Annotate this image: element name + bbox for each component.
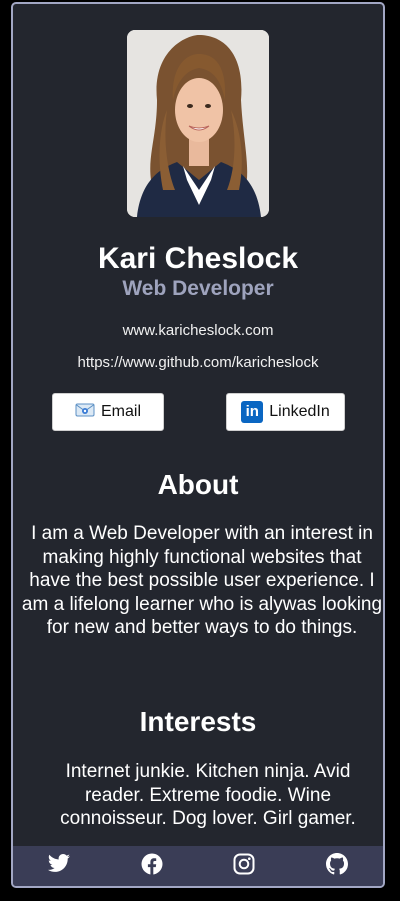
email-button-label: Email [100, 403, 141, 420]
website-link[interactable]: www.karicheslock.com [13, 321, 383, 341]
interests-text: Internet junkie. Kitchen ninja. Avid rea… [60, 761, 356, 829]
email-icon [75, 402, 95, 423]
facebook-icon[interactable] [140, 852, 164, 876]
profile-photo-image [127, 30, 269, 217]
github-icon[interactable] [325, 852, 349, 876]
email-button[interactable]: Email [52, 393, 164, 431]
profile-name: Kari Cheslock [97, 242, 299, 275]
twitter-icon[interactable] [47, 852, 71, 876]
github-link[interactable]: https://www.github.com/karicheslock [13, 353, 383, 373]
about-text: I am a Web Developer with an interest in… [21, 523, 383, 638]
interests-heading: Interests [139, 706, 257, 737]
profile-card: Kari Cheslock Web Developer www.kariches… [11, 2, 385, 888]
about-heading: About [157, 469, 239, 500]
profile-photo [127, 30, 269, 217]
instagram-icon[interactable] [232, 852, 256, 876]
linkedin-button[interactable]: in LinkedIn [226, 393, 345, 431]
profile-title: Web Developer [122, 277, 274, 300]
social-footer [13, 846, 383, 886]
linkedin-icon: in [241, 401, 264, 423]
linkedin-button-label: LinkedIn [269, 403, 330, 420]
